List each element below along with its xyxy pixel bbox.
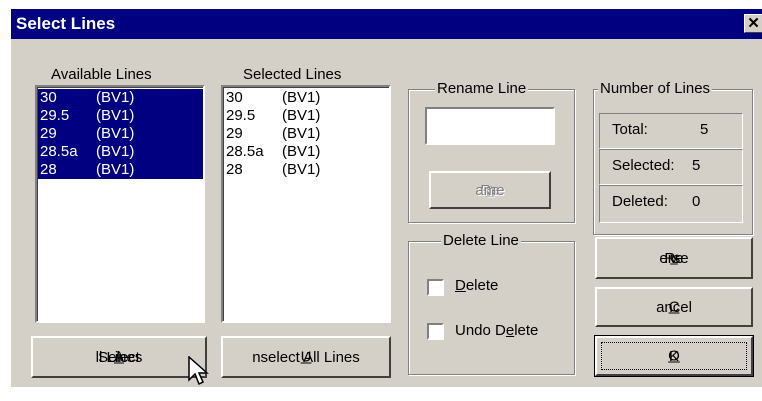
line-tag: (BV1)	[282, 89, 321, 106]
list-item[interactable]: 29 (BV1)	[38, 125, 203, 143]
deleted-count-label: Deleted:	[612, 193, 668, 210]
line-tag: (BV1)	[282, 143, 321, 160]
select-lines-dialog: Select Lines ✕ Available Lines 30 (BV1) 29…	[10, 8, 762, 387]
list-item[interactable]: 30 (BV1)	[224, 89, 389, 107]
line-tag: (BV1)	[96, 89, 135, 106]
selected-count-box: Selected: 5	[599, 149, 743, 185]
line-tag: (BV1)	[96, 125, 135, 142]
list-item[interactable]: 30 (BV1)	[38, 89, 203, 107]
line-tag: (BV1)	[96, 161, 135, 178]
line-tag: (BV1)	[96, 107, 135, 124]
list-item[interactable]: 29.5 (BV1)	[224, 107, 389, 125]
list-item[interactable]: 29.5 (BV1)	[38, 107, 203, 125]
undo-delete-checkbox[interactable]	[427, 323, 444, 340]
available-lines-label: Available Lines	[51, 66, 152, 83]
line-number: 28.5a	[40, 143, 78, 160]
mouse-cursor-icon	[188, 356, 209, 386]
delete-line-legend: Delete Line	[441, 232, 521, 249]
unselect-all-lines-button[interactable]: Unselect All Lines	[221, 336, 391, 378]
ok-button[interactable]: OK	[594, 335, 754, 377]
close-button[interactable]: ✕	[744, 14, 762, 33]
selected-lines-label: Selected Lines	[243, 66, 342, 83]
rename-button[interactable]: Re n ame	[429, 171, 551, 209]
line-tag: (BV1)	[282, 107, 321, 124]
list-item[interactable]: 28 (BV1)	[38, 161, 203, 179]
line-tag: (BV1)	[96, 143, 135, 160]
line-number: 28	[226, 161, 243, 178]
selected-lines-list[interactable]: 30 (BV1) 29.5 (BV1) 29 (BV1) 28.5a (BV1) 28 (BV1)	[221, 85, 391, 323]
available-lines-list[interactable]: 30 (BV1) 29.5 (BV1) 29 (BV1) 28.5a (BV1) 28 (BV1)	[35, 85, 205, 323]
line-number: 29	[226, 125, 243, 142]
line-number: 29.5	[40, 107, 70, 124]
line-number: 30	[40, 89, 57, 106]
window-title: Select Lines	[16, 14, 116, 33]
undo-delete-checkbox-label[interactable]: Undo Delete	[455, 322, 538, 339]
selected-count-value: 5	[692, 157, 701, 174]
line-tag: (BV1)	[282, 125, 321, 142]
list-item[interactable]: 28 (BV1)	[224, 161, 389, 179]
deleted-count-box: Deleted: 0	[599, 185, 743, 223]
line-tag: (BV1)	[282, 161, 321, 178]
list-item[interactable]: 28.5a (BV1)	[224, 143, 389, 161]
delete-checkbox-label[interactable]: Delete	[455, 277, 498, 294]
selected-count-label: Selected:	[612, 157, 675, 174]
close-icon: ✕	[747, 15, 760, 32]
cancel-button[interactable]: Cancel	[595, 287, 753, 327]
rename-line-input[interactable]	[425, 107, 555, 145]
line-number: 28.5a	[226, 143, 264, 160]
title-bar[interactable]: Select Lines ✕	[11, 9, 762, 39]
reverse-button[interactable]: Re v erse	[595, 237, 753, 279]
total-value: 5	[700, 121, 709, 138]
delete-line-group: Delete Line	[408, 232, 575, 375]
delete-checkbox[interactable]	[427, 279, 444, 296]
list-item[interactable]: 28.5a (BV1)	[38, 143, 203, 161]
select-all-lines-button[interactable]: Select All Lines	[31, 336, 207, 378]
total-label: Total:	[612, 121, 648, 138]
total-count-box: Total: 5	[599, 113, 743, 149]
line-number: 29.5	[226, 107, 256, 124]
line-number: 28	[40, 161, 57, 178]
line-number: 30	[226, 89, 243, 106]
rename-line-legend: Rename Line	[435, 80, 529, 97]
deleted-count-value: 0	[692, 193, 701, 210]
number-of-lines-legend: Number of Lines	[598, 80, 713, 97]
list-item[interactable]: 29 (BV1)	[224, 125, 389, 143]
line-number: 29	[40, 125, 57, 142]
